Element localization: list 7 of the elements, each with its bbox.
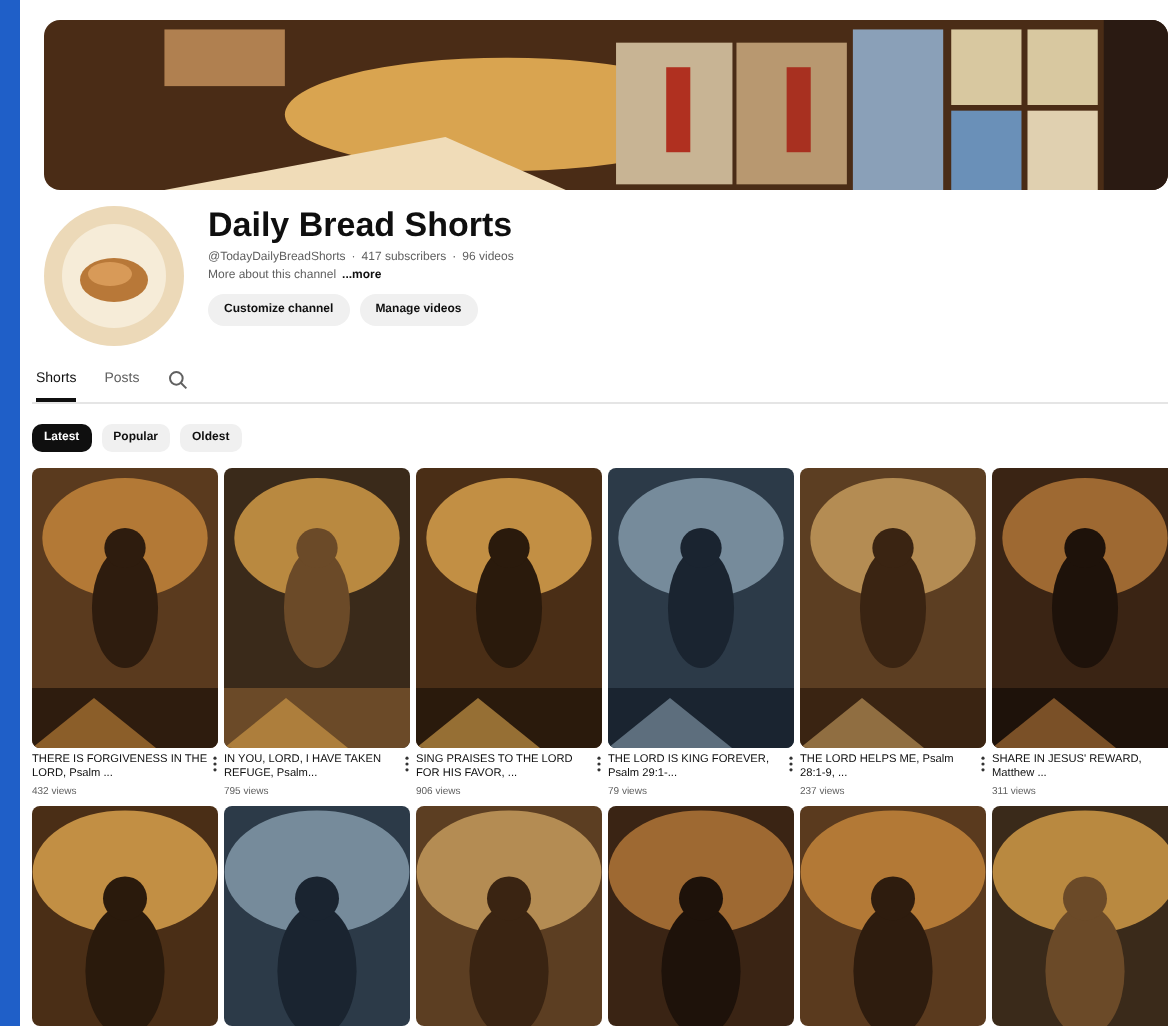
search-icon[interactable] <box>167 370 188 390</box>
more-options-icon[interactable] <box>788 756 794 772</box>
more-options-icon[interactable] <box>596 756 602 772</box>
more-options-icon[interactable] <box>980 756 986 772</box>
more-options-icon[interactable] <box>212 756 218 772</box>
more-options-icon[interactable] <box>404 756 410 772</box>
channel-name: Daily Bread Shorts <box>208 206 514 246</box>
